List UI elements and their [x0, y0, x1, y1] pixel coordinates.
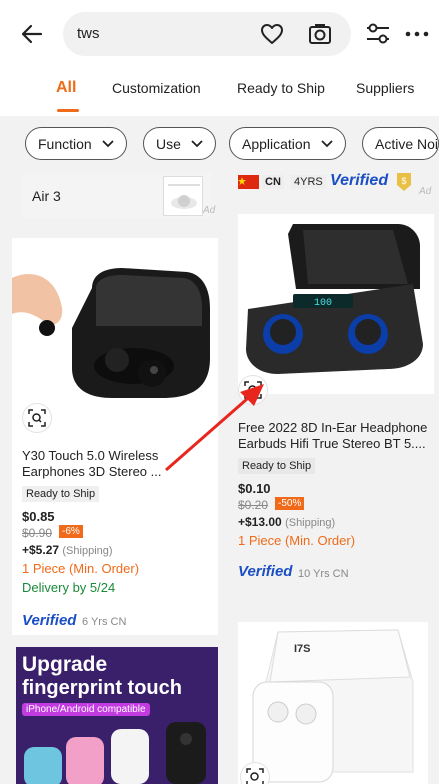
svg-text:100: 100 [314, 298, 332, 309]
supplier-years: 10 Yrs CN [298, 568, 349, 580]
image-search-button[interactable] [240, 762, 270, 784]
charger-image [168, 184, 200, 209]
back-button[interactable] [14, 18, 50, 50]
chip-label: Active Noi [375, 135, 439, 152]
country-code: CN [262, 175, 284, 189]
promo-badge: iPhone/Android compatible [22, 703, 150, 716]
box-label: I7S [294, 643, 311, 655]
chevron-down-icon [320, 139, 333, 147]
tab-ready-to-ship[interactable]: Ready to Ship [237, 80, 325, 96]
chip-function[interactable]: Function [25, 127, 127, 160]
earbuds-cases-image [24, 722, 206, 784]
product-box-image [252, 629, 414, 783]
tab-customization[interactable]: Customization [112, 80, 201, 96]
image-search-button[interactable] [22, 403, 52, 433]
sponsored-thumbnail [163, 176, 203, 216]
top-bar: tws [0, 0, 439, 68]
tab-all[interactable]: All [56, 79, 76, 97]
chip-label: Application [242, 135, 311, 152]
tab-suppliers[interactable]: Suppliers [356, 80, 414, 96]
chevron-down-icon [191, 139, 203, 147]
china-flag-icon [238, 175, 259, 189]
verified-badge: Verified [238, 563, 293, 580]
chip-label: Function [38, 135, 92, 152]
search-query: tws [77, 25, 100, 42]
product-price: $0.10 [238, 481, 271, 496]
chip-application[interactable]: Application [229, 127, 346, 160]
promo-card-left[interactable]: Upgrade fingerprint touch iPhone/Android… [16, 647, 218, 784]
ready-to-ship-tag: Ready to Ship [22, 486, 100, 502]
ad-label: Ad [419, 186, 432, 197]
promo-headline: Upgrade [22, 653, 108, 676]
supplier-years: 6 Yrs CN [82, 616, 127, 628]
back-arrow-icon [21, 24, 43, 44]
min-order: 1 Piece (Min. Order) [238, 533, 356, 548]
shipping-label: (Shipping) [285, 517, 336, 529]
sponsored-title: Air 3 [32, 188, 61, 204]
sponsored-card[interactable]: Air 3 Ad [22, 173, 215, 218]
shipping-label: (Shipping) [62, 545, 113, 557]
category-tabs: All Customization Ready to Ship Supplier… [0, 68, 439, 116]
promo-card-right[interactable]: I7S [238, 622, 428, 784]
chip-label: Use [156, 135, 181, 152]
chip-active-noise[interactable]: Active Noi [362, 127, 439, 160]
active-tab-indicator [57, 109, 79, 112]
discount-badge: -6% [59, 525, 83, 538]
shipping-price: +$13.00 (Shipping) [238, 515, 335, 529]
svg-text:$: $ [401, 176, 406, 186]
verified-badge: Verified [330, 172, 389, 189]
min-order: 1 Piece (Min. Order) [22, 561, 140, 576]
product-image: 100 [238, 214, 434, 394]
heart-icon[interactable] [259, 21, 285, 47]
supplier-years: 4YRS [291, 175, 326, 189]
original-price: $0.20 [238, 498, 269, 512]
promo-subheadline: fingerprint touch [22, 677, 182, 699]
discount-badge: -50% [275, 497, 305, 510]
scan-search-icon [28, 409, 46, 427]
more-options-icon[interactable] [402, 20, 432, 48]
product-price: $0.85 [22, 509, 55, 524]
shipping-price: +$5.27 (Shipping) [22, 543, 113, 557]
shipping-price-value: +$5.27 [22, 543, 60, 557]
verified-badge: Verified [22, 612, 77, 629]
camera-search-icon[interactable] [307, 21, 333, 47]
filter-chips: Function Use Application Active Noi [0, 116, 439, 172]
filter-icon[interactable] [364, 20, 392, 48]
search-input[interactable]: tws [63, 12, 351, 56]
shipping-price-value: +$13.00 [238, 515, 282, 529]
scan-search-icon [246, 768, 264, 784]
original-price: $0.90 [22, 526, 53, 540]
chevron-down-icon [102, 139, 114, 147]
gold-supplier-icon: $ [397, 173, 411, 191]
delivery-date: Delivery by 5/24 [22, 580, 116, 595]
ad-label: Ad [203, 205, 216, 216]
annotation-arrow-icon [165, 384, 264, 472]
chip-use[interactable]: Use [143, 127, 216, 160]
